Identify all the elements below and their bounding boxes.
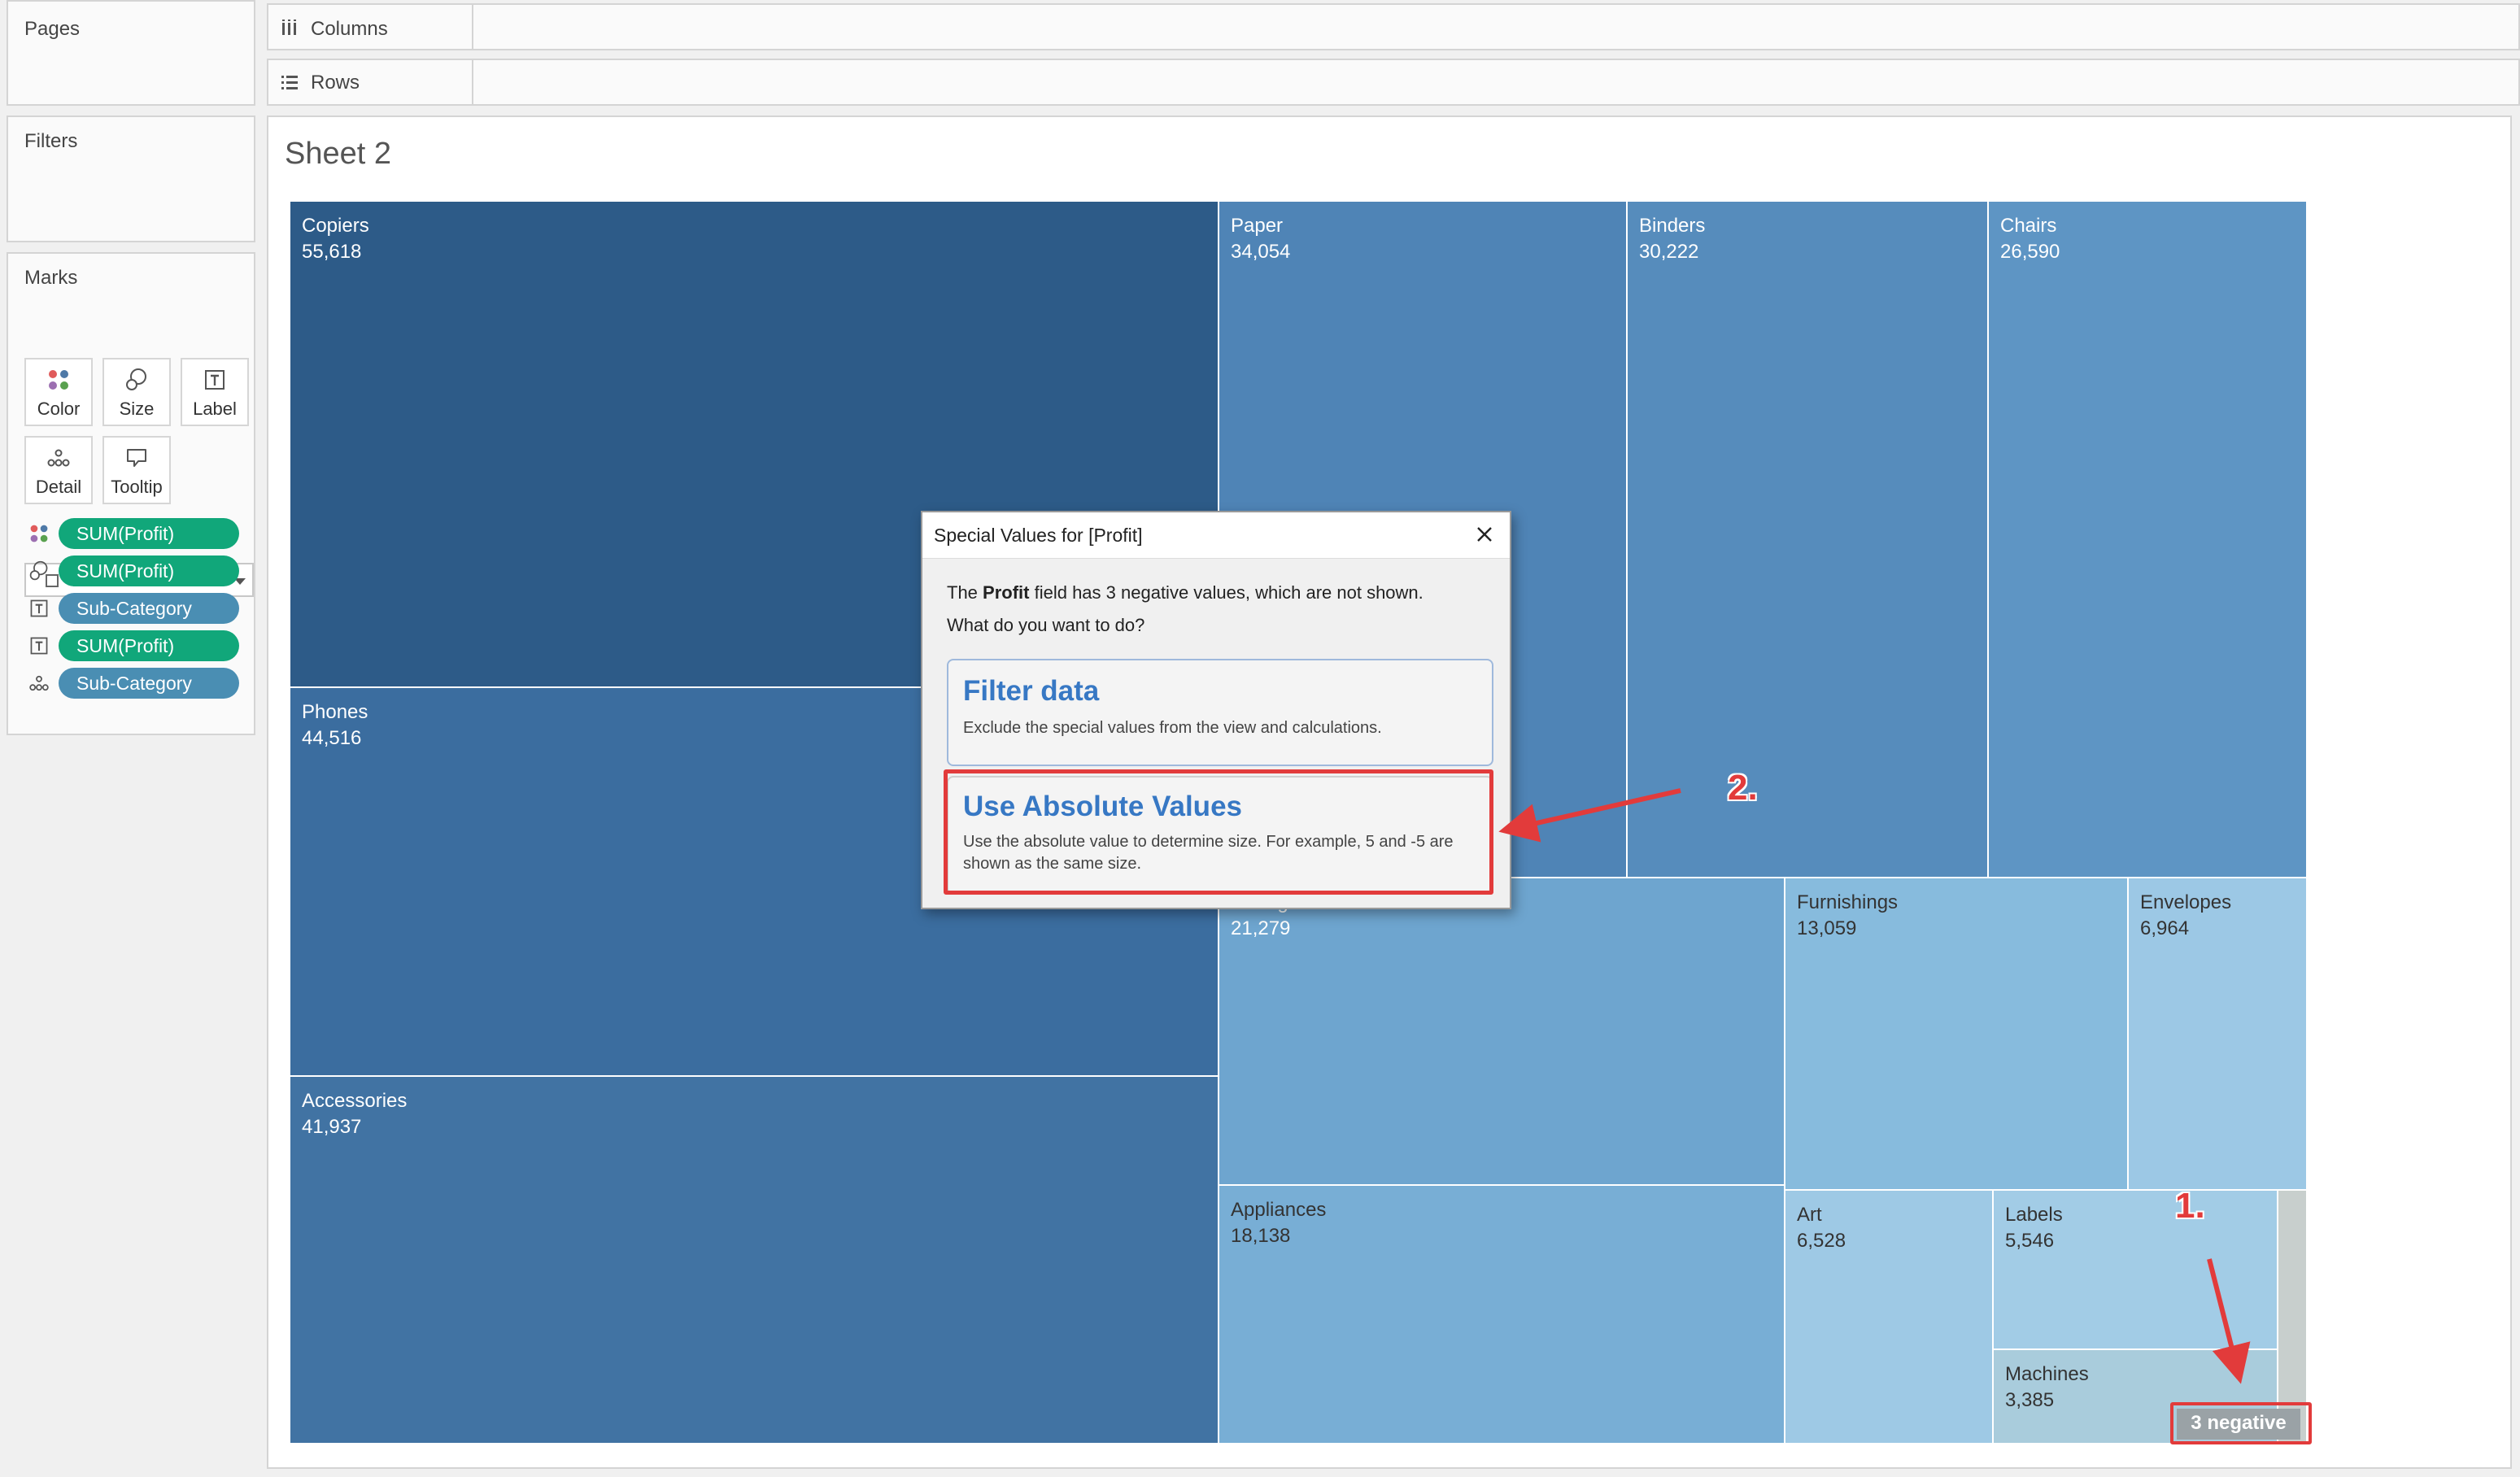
annotation-step-2: 2.: [1728, 768, 1758, 808]
annotation-step-1: 1.: [2175, 1186, 2205, 1226]
annotation-arrow-1: [2207, 1258, 2251, 1384]
annotation-arrows: [1498, 788, 2251, 1384]
annotation-arrow-2: [1498, 788, 1681, 843]
